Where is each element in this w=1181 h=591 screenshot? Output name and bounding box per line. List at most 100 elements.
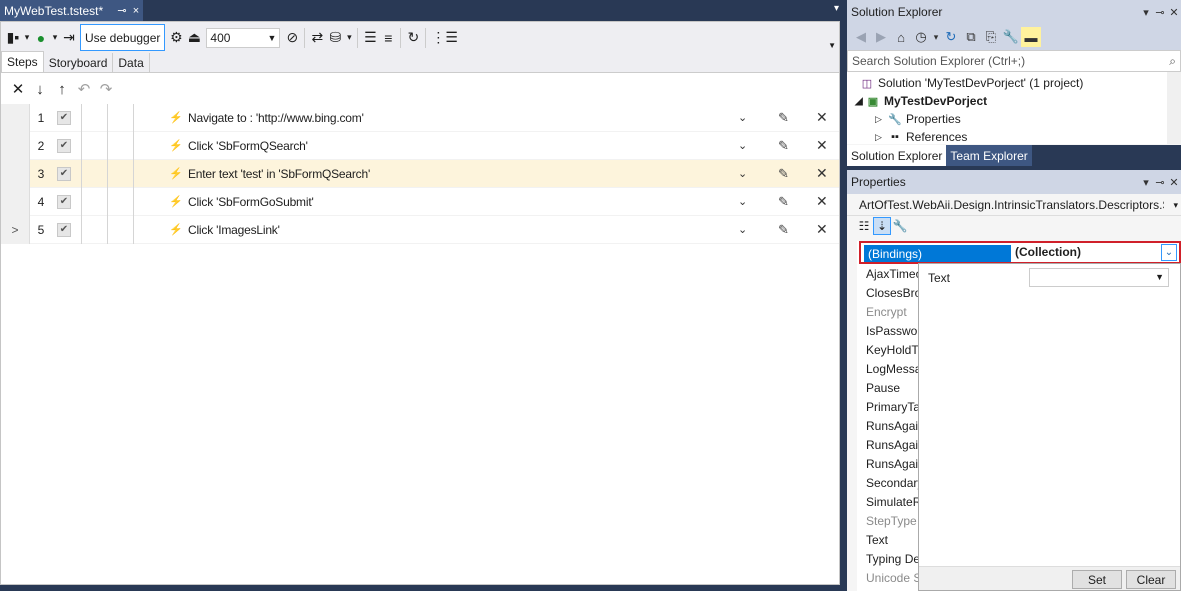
refresh-icon[interactable]: ↻ <box>404 26 422 50</box>
copy-icon[interactable]: ⎘ <box>981 27 1001 47</box>
pin-icon[interactable]: ⊸ <box>1153 176 1167 189</box>
chevron-down-icon[interactable]: ⌄ <box>738 167 747 180</box>
refresh-icon[interactable]: ↻ <box>941 27 961 47</box>
scrollbar[interactable] <box>1167 72 1181 144</box>
chevron-down-icon[interactable]: ⌄ <box>738 195 747 208</box>
move-steps-icon[interactable]: ⇄ <box>308 26 326 50</box>
undo-icon[interactable]: ↶ <box>73 78 95 100</box>
collapse-all-icon[interactable]: ⧉ <box>961 27 981 47</box>
chevron-down-icon[interactable]: ⌄ <box>738 111 747 124</box>
close-icon[interactable]: ✕ <box>1167 6 1181 19</box>
tree-item-project[interactable]: ◢ ▣ MyTestDevPorject <box>855 92 987 110</box>
object-selector[interactable]: ArtOfTest.WebAii.Design.IntrinsicTransla… <box>847 194 1181 216</box>
chevron-down-icon[interactable]: ⌄ <box>1161 244 1177 261</box>
tree-item-solution[interactable]: ◫ Solution 'MyTestDevPorject' (1 project… <box>859 74 1084 92</box>
pencil-icon[interactable]: ✎ <box>778 110 789 126</box>
chevron-down-icon[interactable]: ▾ <box>931 27 941 47</box>
table-row[interactable]: 1 ✔ ⚡ Navigate to : 'http://www.bing.com… <box>1 103 839 132</box>
expanded-triangle-icon[interactable]: ◢ <box>855 96 865 107</box>
home-icon[interactable]: ⌂ <box>891 27 911 47</box>
run-icon[interactable]: ● <box>32 26 50 50</box>
database-icon[interactable]: ⛁ <box>326 26 344 50</box>
property-name[interactable]: AjaxTimeo <box>857 264 919 283</box>
tab-data[interactable]: Data <box>113 53 150 72</box>
search-icon[interactable]: ⌕ <box>1169 54 1176 69</box>
property-name[interactable]: Secondary <box>857 473 919 492</box>
row-handle[interactable] <box>1 159 30 188</box>
forward-icon[interactable]: ▶ <box>871 27 891 47</box>
record-dropdown-icon[interactable]: ▾ <box>22 26 32 50</box>
close-icon[interactable]: ✕ <box>816 165 828 182</box>
tab-storyboard[interactable]: Storyboard <box>44 53 114 72</box>
close-icon[interactable]: × <box>129 5 143 17</box>
timeout-icon[interactable]: ⊘ <box>283 26 301 50</box>
property-name[interactable]: ClosesBro <box>857 283 919 302</box>
align-left-icon[interactable]: ☰ <box>361 26 379 50</box>
step-enabled-checkbox[interactable]: ✔ <box>57 110 71 125</box>
close-icon[interactable]: ✕ <box>816 193 828 210</box>
close-icon[interactable]: ✕ <box>816 221 828 238</box>
run-dropdown-icon[interactable]: ▾ <box>50 26 60 50</box>
pin-icon[interactable]: ⊸ <box>1153 6 1167 19</box>
pencil-icon[interactable]: ✎ <box>778 138 789 154</box>
pencil-icon[interactable]: ✎ <box>778 166 789 182</box>
property-name[interactable]: Unicode S <box>857 568 919 587</box>
row-handle[interactable] <box>1 131 30 160</box>
property-name[interactable]: IsPasswor <box>857 321 919 340</box>
alphabetical-icon[interactable]: ⇣ <box>873 217 891 235</box>
list-icon[interactable]: ⋮☰ <box>429 26 460 50</box>
tree-item-references[interactable]: ▷ ▪▪ References <box>875 128 967 144</box>
chevron-down-icon[interactable]: ▾ <box>1139 6 1153 19</box>
pin-icon[interactable]: ⊸ <box>115 4 129 17</box>
property-name[interactable]: RunsAgain <box>857 454 919 473</box>
binding-text-select[interactable]: ▼ <box>1029 268 1169 287</box>
pencil-icon[interactable]: ✎ <box>778 222 789 238</box>
property-name[interactable]: Encrypt <box>857 302 919 321</box>
close-icon[interactable]: ✕ <box>816 109 828 126</box>
tab-overflow-icon[interactable]: ▾ <box>834 3 839 14</box>
redo-icon[interactable]: ↷ <box>95 78 117 100</box>
step-enabled-checkbox[interactable]: ✔ <box>57 166 71 181</box>
step-enabled-checkbox[interactable]: ✔ <box>57 138 71 153</box>
tab-steps[interactable]: Steps <box>1 51 44 72</box>
property-name[interactable]: StepType <box>857 511 919 530</box>
table-row[interactable]: > 5 ✔ ⚡ Click 'ImagesLink' ⌄ ✎ ✕ <box>1 215 839 244</box>
preview-icon[interactable]: ▬ <box>1021 27 1041 47</box>
table-row[interactable]: 2 ✔ ⚡ Click 'SbFormQSearch' ⌄ ✎ ✕ <box>1 131 839 160</box>
expand-arrow-icon[interactable]: > <box>1 215 30 244</box>
chevron-down-icon[interactable]: ⌄ <box>738 139 747 152</box>
search-input[interactable]: Search Solution Explorer (Ctrl+;) ⌕ <box>847 50 1181 72</box>
use-debugger-button[interactable]: Use debugger <box>80 24 166 51</box>
table-row[interactable]: 3 ✔ ⚡ Enter text 'test' in 'SbFormQSearc… <box>1 159 839 188</box>
step-enabled-checkbox[interactable]: ✔ <box>57 222 71 237</box>
property-name[interactable]: RunsAgain <box>857 416 919 435</box>
table-row[interactable]: 4 ✔ ⚡ Click 'SbFormGoSubmit' ⌄ ✎ ✕ <box>1 187 839 216</box>
document-tab[interactable]: MyWebTest.tstest* ⊸ × <box>0 0 143 21</box>
gear-icon[interactable]: ⚙ <box>167 26 185 50</box>
set-button[interactable]: Set <box>1072 570 1122 589</box>
step-enabled-checkbox[interactable]: ✔ <box>57 194 71 209</box>
collapsed-triangle-icon[interactable]: ▷ <box>875 132 887 143</box>
toolbar-overflow-icon[interactable]: ▼ <box>828 41 836 50</box>
run-to-icon[interactable]: ⇥ <box>60 26 78 50</box>
property-name[interactable]: KeyHoldTi <box>857 340 919 359</box>
delete-icon[interactable]: ✕ <box>7 78 29 100</box>
chevron-down-icon[interactable]: ▾ <box>1139 176 1153 189</box>
property-name[interactable]: SimulateR <box>857 492 919 511</box>
align-right-icon[interactable]: ≡ <box>379 26 397 50</box>
chevron-down-icon[interactable]: ⌄ <box>738 223 747 236</box>
bindings-property-name[interactable]: (Bindings) <box>864 245 1011 262</box>
speed-combobox[interactable]: 400 ▼ <box>206 27 281 48</box>
record-icon[interactable]: ▮▪ <box>4 26 22 50</box>
tab-team-explorer[interactable]: Team Explorer <box>946 145 1032 166</box>
wrench-icon[interactable]: 🔧 <box>891 217 909 235</box>
tab-solution-explorer[interactable]: Solution Explorer <box>847 145 947 166</box>
back-icon[interactable]: ◀ <box>851 27 871 47</box>
row-handle[interactable] <box>1 103 30 132</box>
property-name[interactable]: Text <box>857 530 919 549</box>
database-dropdown-icon[interactable]: ▾ <box>344 26 354 50</box>
pencil-icon[interactable]: ✎ <box>778 194 789 210</box>
clear-button[interactable]: Clear <box>1126 570 1176 589</box>
move-up-icon[interactable]: ↑ <box>51 78 73 100</box>
close-icon[interactable]: ✕ <box>1167 176 1181 189</box>
